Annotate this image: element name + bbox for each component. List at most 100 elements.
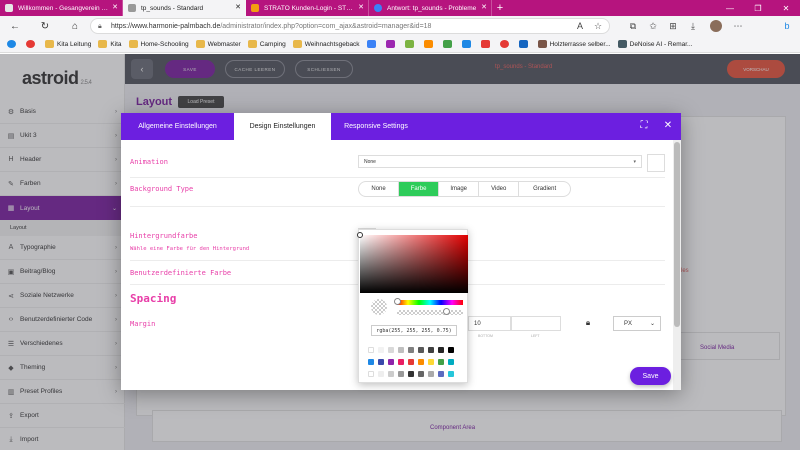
close-icon[interactable]: ✕ xyxy=(661,120,675,131)
bgtype-gradient[interactable]: Gradient xyxy=(519,182,570,196)
alpha-slider[interactable] xyxy=(397,308,463,315)
bookmark-item[interactable] xyxy=(385,40,398,48)
modal-scrollbar[interactable] xyxy=(673,140,681,390)
save-button[interactable]: Save xyxy=(630,367,671,385)
color-swatch[interactable] xyxy=(418,371,424,377)
minimize-button[interactable]: — xyxy=(716,0,744,16)
alpha-handle[interactable] xyxy=(443,308,450,315)
color-swatch[interactable] xyxy=(388,347,394,353)
hintergrundfarbe-description: Wähle eine Farbe für den Hintergrund xyxy=(130,246,250,252)
hue-handle[interactable] xyxy=(394,298,401,305)
color-swatch[interactable] xyxy=(448,371,454,377)
bookmark-item[interactable]: Camping xyxy=(247,40,286,48)
collections-icon[interactable]: ⊞ xyxy=(665,18,681,34)
hue-slider[interactable] xyxy=(394,298,463,305)
saturation-handle[interactable] xyxy=(357,232,363,238)
browser-tab[interactable]: Willkommen - Gesangverein Ha ✕ xyxy=(0,0,123,16)
bookmark-item[interactable] xyxy=(7,40,19,48)
color-swatch[interactable] xyxy=(418,347,424,353)
color-swatch[interactable] xyxy=(408,359,414,365)
reload-icon[interactable]: ↻ xyxy=(36,17,54,35)
close-icon[interactable]: ✕ xyxy=(112,3,118,12)
more-menu-icon[interactable]: ⋯ xyxy=(730,18,746,34)
color-swatch[interactable] xyxy=(418,359,424,365)
color-swatch[interactable] xyxy=(398,359,404,365)
color-swatch[interactable] xyxy=(438,347,444,353)
bookmark-item[interactable]: Webmaster xyxy=(195,40,241,48)
bookmark-item[interactable]: Home-Schooling xyxy=(128,40,189,48)
unit-select[interactable]: PX ⌄ xyxy=(613,316,661,331)
tab-responsive-settings[interactable]: Responsive Settings xyxy=(331,113,421,140)
bookmark-item[interactable] xyxy=(366,40,379,48)
bookmark-item[interactable]: Holzterrasse selber... xyxy=(537,40,611,48)
close-icon[interactable]: ✕ xyxy=(358,3,364,12)
color-swatch[interactable] xyxy=(378,347,384,353)
bing-icon[interactable]: b xyxy=(779,18,795,34)
bookmark-item[interactable] xyxy=(480,40,493,48)
favorites-icon[interactable]: ✩ xyxy=(645,18,661,34)
color-swatch[interactable] xyxy=(448,359,454,365)
color-swatch[interactable] xyxy=(448,347,454,353)
color-swatch[interactable] xyxy=(388,371,394,377)
browser-tab[interactable]: Antwort: tp_sounds - Probleme ✕ xyxy=(369,0,492,16)
bookmark-item[interactable] xyxy=(518,40,531,48)
color-swatch[interactable] xyxy=(368,347,374,353)
color-swatch[interactable] xyxy=(428,371,434,377)
downloads-icon[interactable]: ⤓ xyxy=(685,18,701,34)
new-tab-button[interactable]: + xyxy=(492,0,508,16)
tab-allgemeine-einstellungen[interactable]: Allgemeine Einstellungen xyxy=(121,113,234,140)
margin-left-caption: LEFT xyxy=(531,334,540,338)
divider xyxy=(130,177,665,178)
profile-avatar[interactable] xyxy=(708,18,724,34)
margin-left-input[interactable] xyxy=(511,316,561,331)
bgtype-image[interactable]: Image xyxy=(439,182,480,196)
lock-icon[interactable]: 🔒︎ xyxy=(580,315,596,331)
bookmark-item[interactable]: DeNoise AI - Remar... xyxy=(617,40,692,48)
home-icon[interactable]: ⌂ xyxy=(66,17,84,35)
color-swatch[interactable] xyxy=(378,359,384,365)
color-swatch[interactable] xyxy=(408,371,414,377)
saturation-area[interactable] xyxy=(357,232,468,293)
bookmark-item[interactable] xyxy=(461,40,474,48)
tab-design-einstellungen[interactable]: Design Einstellungen xyxy=(234,113,331,140)
bookmark-item[interactable]: Weihnachtsgeback xyxy=(292,40,360,48)
read-aloud-icon[interactable]: A xyxy=(572,18,588,34)
color-swatch[interactable] xyxy=(438,371,444,377)
bookmark-item[interactable] xyxy=(26,40,38,48)
color-value-input[interactable]: rgba(255, 255, 255, 0.75) xyxy=(371,325,457,336)
color-swatch[interactable] xyxy=(438,359,444,365)
bgtype-none[interactable]: None xyxy=(359,182,400,196)
close-icon[interactable]: ✕ xyxy=(481,3,487,12)
scrollbar-thumb[interactable] xyxy=(674,142,680,327)
color-swatch[interactable] xyxy=(388,359,394,365)
bgtype-video[interactable]: Video xyxy=(479,182,520,196)
url-input[interactable]: 🔒︎ https://www.harmonie-palmbach.de/admi… xyxy=(90,18,610,34)
color-swatch[interactable] xyxy=(398,371,404,377)
bookmark-item[interactable] xyxy=(442,40,455,48)
color-swatch[interactable] xyxy=(368,371,374,377)
bookmark-item[interactable] xyxy=(404,40,417,48)
close-window-button[interactable]: ✕ xyxy=(772,0,800,16)
browser-tab[interactable]: STRATO Kunden-Login - STRATO ✕ xyxy=(246,0,369,16)
margin-bottom-input[interactable]: 10 xyxy=(468,316,511,331)
bookmark-icon xyxy=(499,40,509,48)
color-swatch[interactable] xyxy=(408,347,414,353)
color-swatch[interactable] xyxy=(428,347,434,353)
bookmark-item[interactable] xyxy=(499,40,512,48)
browser-tab-active[interactable]: tp_sounds - Standard ✕ xyxy=(123,0,246,16)
favorite-star-icon[interactable]: ☆ xyxy=(590,18,606,34)
color-swatch[interactable] xyxy=(378,371,384,377)
color-swatch[interactable] xyxy=(368,359,374,365)
close-icon[interactable]: ✕ xyxy=(235,3,241,12)
bookmark-item[interactable] xyxy=(423,40,436,48)
bookmark-item[interactable]: Kita Leitung xyxy=(45,40,91,48)
collapse-icon[interactable]: ⛶ xyxy=(637,120,651,131)
back-icon[interactable]: ← xyxy=(6,17,24,35)
bgtype-farbe[interactable]: Farbe xyxy=(399,182,440,196)
color-swatch[interactable] xyxy=(398,347,404,353)
bookmark-item[interactable]: Kita xyxy=(98,40,122,48)
color-swatch[interactable] xyxy=(428,359,434,365)
maximize-button[interactable]: ❐ xyxy=(744,0,772,16)
animation-select[interactable]: None ▾ xyxy=(358,155,642,168)
extensions-icon[interactable]: ⧉ xyxy=(625,18,641,34)
